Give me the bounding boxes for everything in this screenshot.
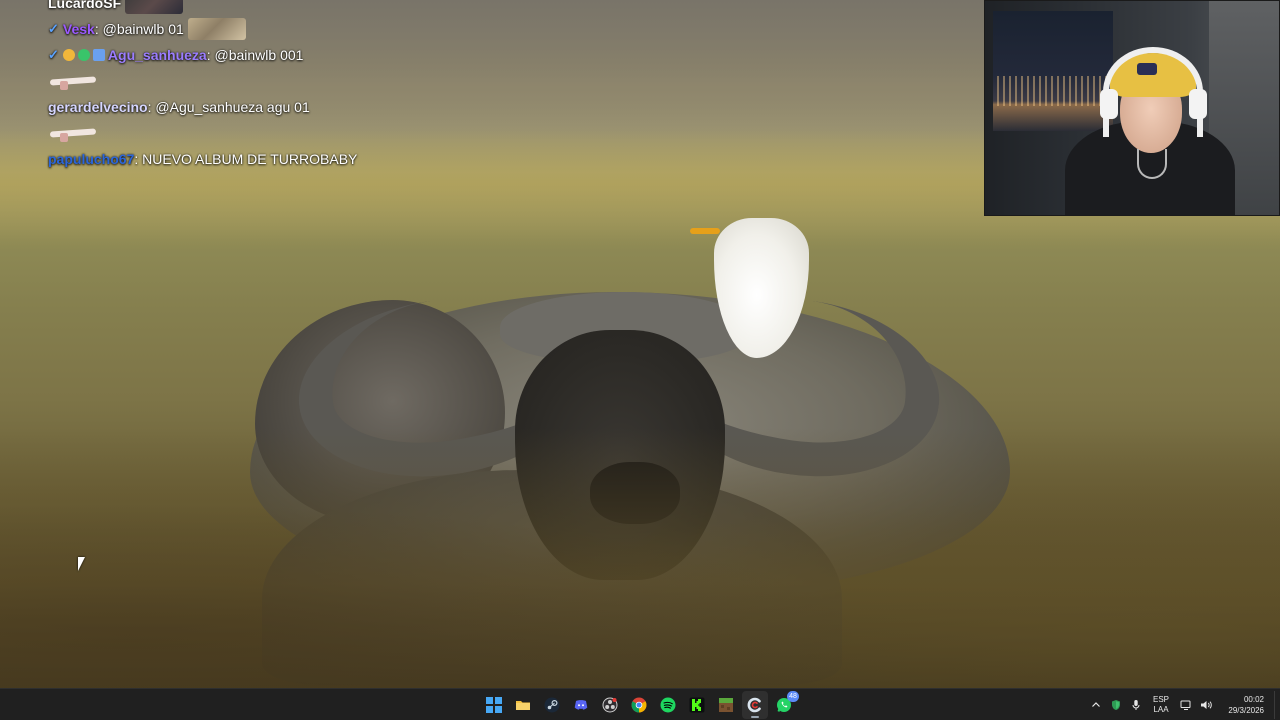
chat-username: Vesk: [62, 21, 95, 37]
obs-button[interactable]: [597, 691, 623, 719]
system-tray: ESP LAA 00:02 29/3/2026: [1086, 689, 1280, 720]
clock-time: 00:02: [1243, 695, 1264, 704]
gift-badge-icon: [92, 49, 105, 61]
discord-icon: [574, 700, 588, 710]
chat-message: papulucho67 : NUEVO ALBUM DE TURROBABY: [48, 146, 468, 172]
emote-image: [187, 18, 246, 40]
chat-username: papulucho67: [48, 151, 135, 167]
folder-icon: [516, 701, 530, 710]
speaker-icon: [1200, 701, 1212, 709]
kick-button[interactable]: [684, 691, 710, 719]
steam-icon: [544, 697, 560, 713]
chat-message: gerardelvecino : @Agu_sanhueza agu 01: [48, 94, 468, 120]
verified-check-icon: ✓: [48, 21, 59, 36]
whatsapp-notification-badge: 48: [787, 691, 799, 702]
monitor-icon: [1180, 700, 1191, 710]
chat-text: : @bainwlb 001: [206, 47, 304, 63]
gun-emote-icon: [48, 72, 100, 90]
mouse-cursor-icon: [78, 557, 85, 571]
clock-button[interactable]: 00:02 29/3/2026: [1216, 694, 1274, 716]
start-button[interactable]: [481, 691, 507, 719]
minecraft-button[interactable]: [713, 691, 739, 719]
verified-check-icon: ✓: [48, 47, 59, 62]
microphone-tray-button[interactable]: [1126, 691, 1146, 719]
minecraft-icon: [719, 698, 733, 712]
discord-button[interactable]: [568, 691, 594, 719]
windows-taskbar: 48 ESP LAA 00:02 29/3/2026: [0, 688, 1280, 720]
chat-text: : @Agu_sanhueza agu 01: [147, 99, 310, 115]
emote-image: [125, 0, 184, 14]
chrome-icon: [631, 697, 647, 713]
chat-username: LucardoSF: [48, 0, 122, 11]
wallpaper-grass-foreground: [0, 428, 1280, 688]
webcam-window-view: [993, 11, 1113, 131]
chevron-up-icon: [1092, 702, 1100, 707]
chat-message: LucardoSF: [48, 0, 468, 16]
keyboard-layout: LAA: [1153, 705, 1169, 714]
stream-chat-overlay: LucardoSF ✓ Vesk : @bainwlb 01 ✓ Agu_san…: [48, 0, 468, 172]
security-tray-button[interactable]: [1106, 691, 1126, 719]
chat-emote-line: [48, 68, 468, 94]
microphone-icon: [1132, 700, 1140, 710]
wallpaper-egret-beak: [690, 228, 720, 234]
obs-icon: [602, 697, 618, 713]
kick-icon: [689, 697, 705, 713]
chat-text: : NUEVO ALBUM DE TURROBABY: [134, 151, 358, 167]
whatsapp-button[interactable]: 48: [771, 691, 799, 719]
shield-icon: [1112, 700, 1120, 710]
show-desktop-button[interactable]: [1274, 691, 1280, 719]
ccleaner-button[interactable]: [742, 691, 768, 719]
chat-message: ✓ Vesk : @bainwlb 01: [48, 16, 468, 42]
volume-tray-button[interactable]: [1196, 691, 1216, 719]
headphone-left-cup: [1100, 89, 1118, 119]
file-explorer-button[interactable]: [510, 691, 536, 719]
display-tray-button[interactable]: [1176, 691, 1196, 719]
taskbar-app-list: 48: [481, 689, 799, 720]
headphone-right-cup: [1189, 89, 1207, 119]
steam-button[interactable]: [539, 691, 565, 719]
webcam-overlay: [984, 0, 1280, 216]
show-hidden-icons-button[interactable]: [1086, 691, 1106, 719]
spotify-button[interactable]: [655, 691, 681, 719]
chrome-button[interactable]: [626, 691, 652, 719]
chat-message: ✓ Agu_sanhueza : @bainwlb 001: [48, 42, 468, 68]
spotify-icon: [660, 697, 676, 713]
clock-date: 29/3/2026: [1228, 706, 1264, 715]
chat-emote-line: [48, 120, 468, 146]
input-language-button[interactable]: ESP LAA: [1146, 695, 1176, 715]
chat-text: : @bainwlb 01: [94, 21, 184, 37]
streamer-necklace: [1137, 149, 1167, 179]
ccleaner-icon: [747, 697, 761, 713]
language-code: ESP: [1152, 695, 1169, 704]
emoji-badge-icon: [62, 49, 75, 61]
sub-badge-icon: [77, 49, 90, 61]
gun-emote-icon: [48, 124, 100, 142]
chat-username: gerardelvecino: [48, 99, 148, 115]
windows-logo-icon: [486, 697, 502, 713]
headphones-band: [1103, 47, 1203, 137]
chat-username: Agu_sanhueza: [107, 47, 207, 63]
webcam-city-lights: [997, 76, 1107, 106]
